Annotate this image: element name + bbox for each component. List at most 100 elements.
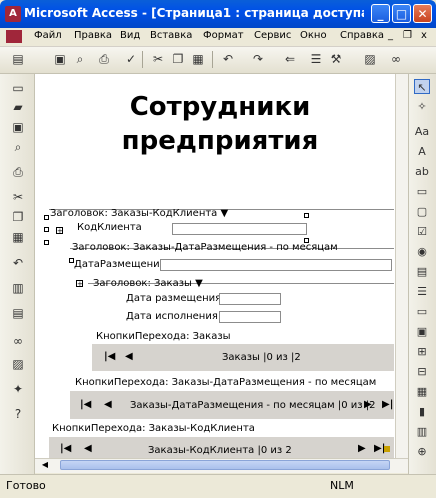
next-record-icon[interactable]: ▶ xyxy=(364,399,372,410)
pivot-table-icon[interactable]: ▦ xyxy=(414,384,430,399)
menu-edit[interactable]: Правка xyxy=(74,30,112,41)
doc-restore-button[interactable]: ❐ xyxy=(403,30,412,41)
analyze-icon[interactable]: ▤ xyxy=(10,305,26,321)
first-record-icon[interactable]: |◀ xyxy=(104,351,115,362)
copy-icon[interactable]: ❐ xyxy=(170,51,186,67)
selection-handle[interactable] xyxy=(44,215,49,220)
expand-control-icon[interactable]: ⊟ xyxy=(414,364,430,379)
expand-icon[interactable]: + xyxy=(76,280,83,288)
group-header-order-date[interactable]: Заголовок: Заказы-ДатаРазмещения - по ме… xyxy=(72,242,338,253)
page-title[interactable]: Сотрудники предприятия xyxy=(40,90,400,158)
search-icon[interactable]: ⌕ xyxy=(10,139,26,155)
control-wizards-icon[interactable]: ✧ xyxy=(414,99,430,114)
option-button-icon[interactable]: ◉ xyxy=(414,244,430,259)
label-icon[interactable]: Aa xyxy=(414,124,430,139)
new-icon[interactable]: ▭ xyxy=(10,80,26,96)
previous-record-icon[interactable]: ◀ xyxy=(84,443,92,454)
menu-view[interactable]: Вид xyxy=(120,30,140,41)
nav-section-label-order-date[interactable]: КнопкиПерехода: Заказы-ДатаРазмещения - … xyxy=(75,377,376,388)
previous-record-icon[interactable]: ◀ xyxy=(104,399,112,410)
maximize-button[interactable]: □ xyxy=(392,4,411,23)
help-icon[interactable]: ? xyxy=(10,406,26,422)
first-record-icon[interactable]: |◀ xyxy=(60,443,71,454)
new-record-icon[interactable] xyxy=(384,446,390,452)
field-list-icon[interactable]: ☰ xyxy=(308,51,324,67)
order-date-label[interactable]: ДатаРазмещения xyxy=(74,259,166,270)
menu-window[interactable]: Окно xyxy=(300,30,327,41)
list-box-icon[interactable]: ☰ xyxy=(414,284,430,299)
menu-format[interactable]: Формат xyxy=(203,30,244,41)
menu-insert[interactable]: Вставка xyxy=(150,30,192,41)
order-placed-date-field[interactable] xyxy=(219,293,281,305)
selection-handle[interactable] xyxy=(44,227,49,232)
bound-span-icon[interactable]: A xyxy=(414,144,430,159)
save-icon[interactable]: ▣ xyxy=(52,51,68,67)
last-record-icon[interactable]: ▶| xyxy=(382,399,393,410)
spreadsheet-icon[interactable]: ▥ xyxy=(414,424,430,439)
spelling-icon[interactable]: ✓ xyxy=(123,51,139,67)
vertical-scrollbar[interactable] xyxy=(395,74,409,458)
menu-help[interactable]: Справка xyxy=(340,30,384,41)
nav-section-label-customer[interactable]: КнопкиПерехода: Заказы-КодКлиента xyxy=(52,423,255,434)
office-links-icon[interactable]: ▥ xyxy=(10,280,26,296)
close-button[interactable]: ✕ xyxy=(413,4,432,23)
first-record-icon[interactable]: |◀ xyxy=(80,399,91,410)
order-completed-date-label[interactable]: Дата исполнения xyxy=(126,311,218,322)
cut-icon[interactable]: ✂ xyxy=(150,51,166,67)
group-header-customer[interactable]: Заголовок: Заказы-КодКлиента ▼ xyxy=(50,208,228,219)
hyperlink-icon[interactable]: ⊕ xyxy=(414,444,430,459)
select-objects-icon[interactable]: ↖ xyxy=(414,79,430,94)
image-icon[interactable]: ▣ xyxy=(414,324,430,339)
redo-icon[interactable]: ↷ xyxy=(250,51,266,67)
print-preview-icon[interactable]: ⎙ xyxy=(96,51,112,67)
horizontal-scroll-thumb[interactable] xyxy=(60,460,390,470)
previous-record-icon[interactable]: ◀ xyxy=(125,351,133,362)
scroll-left-icon[interactable]: ◀ xyxy=(38,460,52,470)
access-icon: A xyxy=(5,6,21,22)
print-icon[interactable]: ⎙ xyxy=(10,164,26,180)
customer-id-label[interactable]: КодКлиента xyxy=(77,222,142,233)
customer-id-field[interactable] xyxy=(172,223,307,235)
relationships-icon[interactable]: ∞ xyxy=(10,333,26,349)
menu-file[interactable]: Файл xyxy=(34,30,62,41)
textbox-icon[interactable]: ab xyxy=(414,164,430,179)
selection-handle[interactable] xyxy=(44,240,49,245)
properties-icon[interactable]: ▨ xyxy=(362,51,378,67)
save-icon[interactable]: ▣ xyxy=(10,119,26,135)
nav-section-label-orders[interactable]: КнопкиПерехода: Заказы xyxy=(96,331,231,342)
minimize-button[interactable]: _ xyxy=(371,4,390,23)
paste-icon[interactable]: ▦ xyxy=(190,51,206,67)
chart-icon[interactable]: ▮ xyxy=(414,404,430,419)
toolbox-icon[interactable]: ⚒ xyxy=(328,51,344,67)
next-record-icon[interactable]: ▶ xyxy=(358,443,366,454)
option-group-icon[interactable]: ▢ xyxy=(414,204,430,219)
checkbox-icon[interactable]: ☑ xyxy=(414,224,430,239)
order-date-field[interactable] xyxy=(160,259,392,271)
document-icon[interactable] xyxy=(6,30,22,43)
menu-tools[interactable]: Сервис xyxy=(254,30,291,41)
properties-icon[interactable]: ▨ xyxy=(10,356,26,372)
paste-icon[interactable]: ▦ xyxy=(10,229,26,245)
order-placed-date-label[interactable]: Дата размещения xyxy=(126,293,221,304)
undo-icon[interactable]: ↶ xyxy=(220,51,236,67)
search-icon[interactable]: ⌕ xyxy=(72,51,88,67)
doc-minimize-button[interactable]: _ xyxy=(388,30,393,41)
scrolling-text-icon[interactable]: ▭ xyxy=(414,184,430,199)
new-object-icon[interactable]: ✦ xyxy=(10,381,26,397)
view-icon[interactable]: ▤ xyxy=(10,51,26,67)
group-header-orders[interactable]: Заголовок: Заказы ▼ xyxy=(93,278,203,289)
selection-handle[interactable] xyxy=(304,213,309,218)
dropdown-list-icon[interactable]: ▤ xyxy=(414,264,430,279)
order-completed-date-field[interactable] xyxy=(219,311,281,323)
copy-icon[interactable]: ❐ xyxy=(10,209,26,225)
open-icon[interactable]: ▰ xyxy=(10,99,26,115)
nav-record-counter-orders: Заказы |0 из |2 xyxy=(222,352,301,363)
back-icon[interactable]: ⇐ xyxy=(282,51,298,67)
undo-icon[interactable]: ↶ xyxy=(10,255,26,271)
doc-close-button[interactable]: x xyxy=(421,30,427,41)
expand-icon[interactable]: + xyxy=(56,227,63,235)
record-navigation-icon[interactable]: ⊞ xyxy=(414,344,430,359)
command-button-icon[interactable]: ▭ xyxy=(414,304,430,319)
cut-icon[interactable]: ✂ xyxy=(10,189,26,205)
relationships-icon[interactable]: ∞ xyxy=(388,51,404,67)
